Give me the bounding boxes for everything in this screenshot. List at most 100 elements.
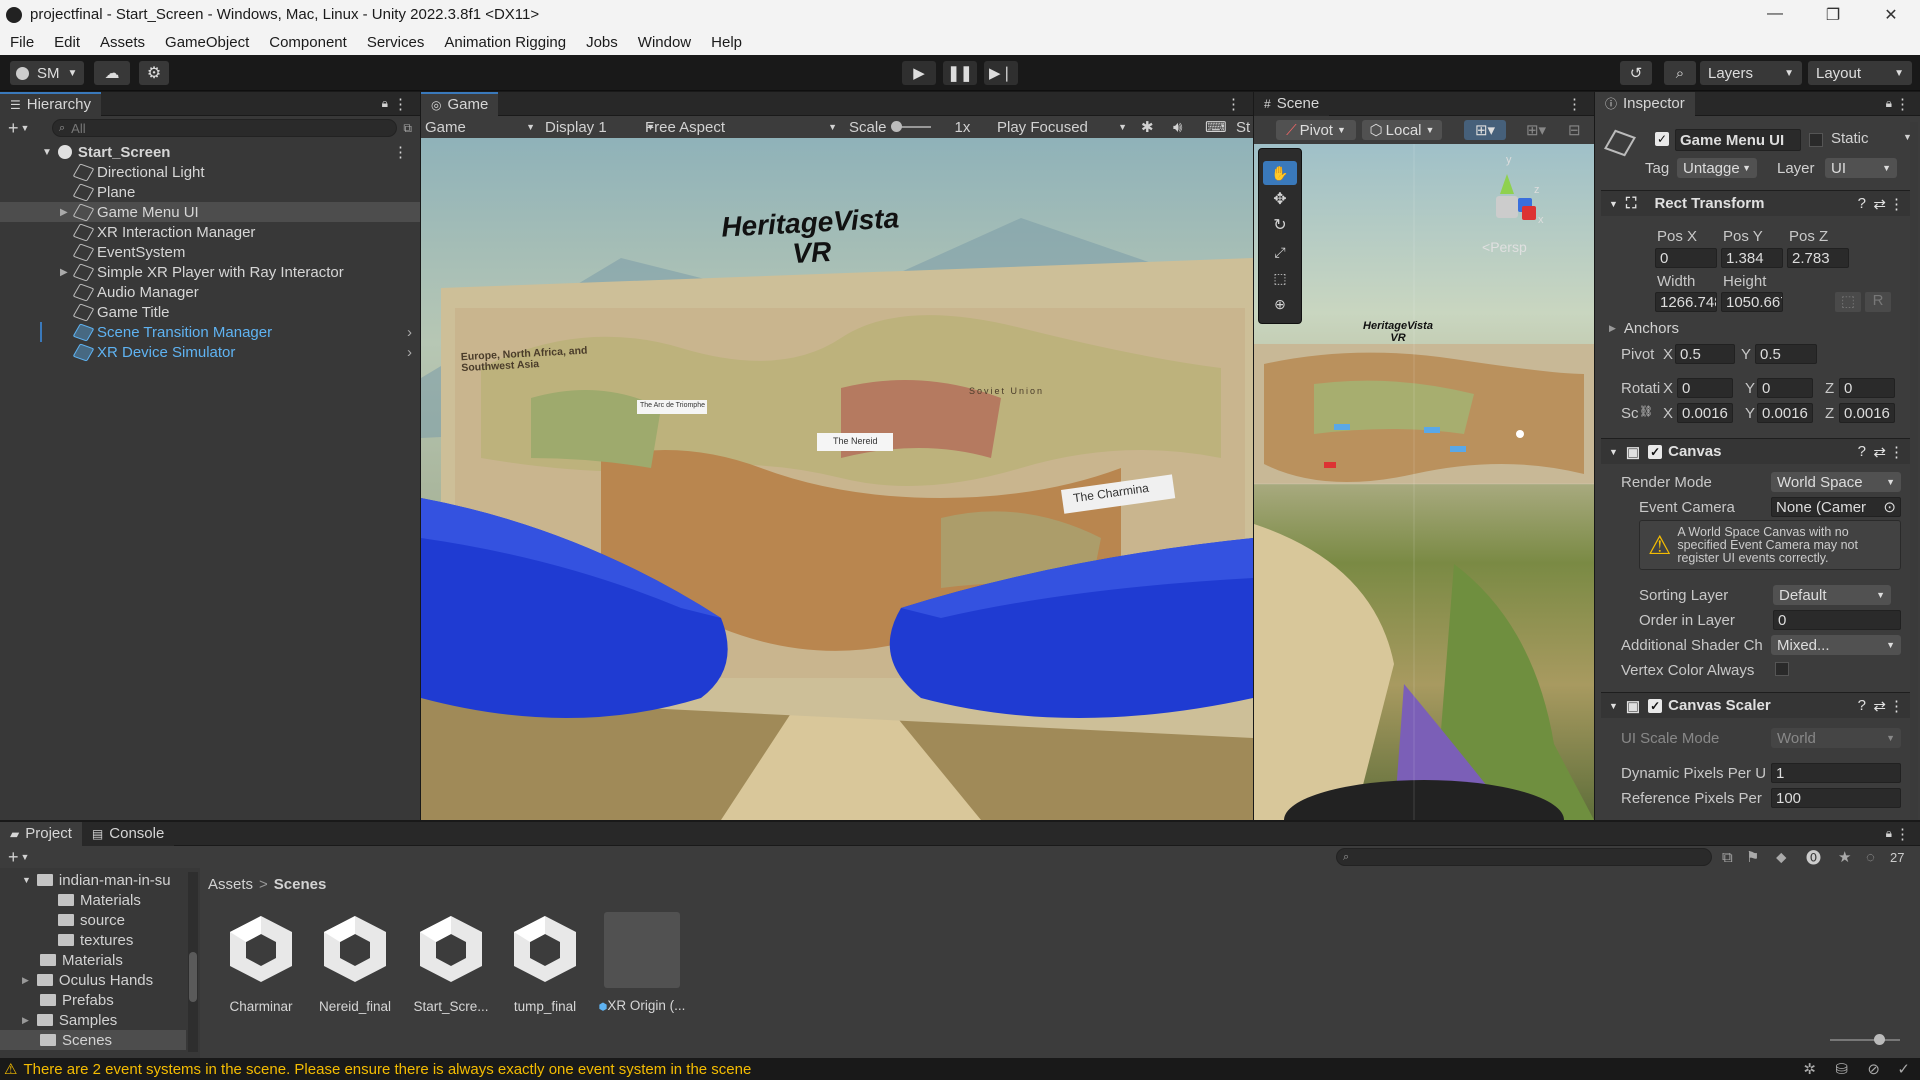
project-search[interactable]: ⌕ xyxy=(1336,848,1712,866)
more-options-icon[interactable]: ⋮ xyxy=(393,95,408,113)
vertex-color-checkbox[interactable] xyxy=(1775,662,1789,676)
tab-project[interactable]: ▰ Project xyxy=(0,821,82,846)
hierarchy-item[interactable]: ▶ Simple XR Player with Ray Interactor xyxy=(0,262,420,282)
render-mode-dropdown[interactable]: World Space ▼ xyxy=(1771,472,1901,492)
cloud-button[interactable]: ☁ xyxy=(94,61,130,85)
tree-item[interactable]: textures xyxy=(58,930,133,950)
status-message[interactable]: There are 2 event systems in the scene. … xyxy=(23,1061,751,1078)
local-dropdown[interactable]: ⬡ Local ▼ xyxy=(1362,120,1442,140)
expand-arrow-icon[interactable]: ▼ xyxy=(22,875,31,885)
search-by-type-icon[interactable]: ⧉ xyxy=(403,121,412,136)
stats-button[interactable]: St xyxy=(1236,119,1250,136)
tree-item-selected[interactable]: Scenes xyxy=(0,1030,186,1050)
search-by-label-icon[interactable]: ⚑ xyxy=(1746,848,1759,866)
grid-snap-button[interactable]: ⊞▾ xyxy=(1464,120,1506,140)
slider-thumb[interactable] xyxy=(890,121,902,132)
help-icon[interactable]: ? xyxy=(1858,697,1866,714)
close-button[interactable]: ✕ xyxy=(1862,5,1920,25)
game-viewport[interactable]: HeritageVista VR Europe, North Africa, a… xyxy=(421,138,1253,820)
scale-z-field[interactable]: 0.0016 xyxy=(1839,403,1895,423)
tab-game[interactable]: ◎ Game xyxy=(421,91,499,116)
chevron-right-icon[interactable]: › xyxy=(407,324,412,341)
rotation-y-field[interactable]: 0 xyxy=(1757,378,1813,398)
order-in-layer-field[interactable]: 0 xyxy=(1773,610,1901,630)
presets-icon[interactable]: ⇄ xyxy=(1873,443,1886,461)
scene-viewport[interactable]: ✋ ✥ ↻ ⤢ ⬚ ⊕ y z x <Persp HeritageVista V… xyxy=(1254,144,1594,820)
chevron-right-icon[interactable]: ▶ xyxy=(22,975,29,986)
expand-arrow-icon[interactable]: ▼ xyxy=(1609,199,1618,209)
cache-server-icon[interactable]: ⛁ xyxy=(1835,1060,1848,1078)
sorting-layer-dropdown[interactable]: Default ▼ xyxy=(1773,585,1891,605)
canvas-scaler-enabled-checkbox[interactable]: ✓ xyxy=(1648,698,1663,713)
link-icon[interactable]: ⛓ xyxy=(1639,405,1653,418)
chevron-down-icon[interactable]: ▼ xyxy=(21,852,30,862)
tab-inspector[interactable]: ⓘ Inspector xyxy=(1595,91,1695,116)
scale-x-field[interactable]: 0.0016 xyxy=(1677,403,1733,423)
play-button[interactable]: ▶ xyxy=(902,61,936,85)
tag-dropdown[interactable]: Untagge ▼ xyxy=(1677,158,1757,178)
auto-generate-lighting-icon[interactable]: ✲ xyxy=(1803,1060,1816,1078)
search-button[interactable]: ⌕ xyxy=(1664,61,1696,85)
slider-thumb[interactable] xyxy=(1874,1034,1885,1045)
lock-icon[interactable]: 🔒︎ xyxy=(382,96,388,111)
menu-gameobject[interactable]: GameObject xyxy=(155,34,259,51)
inspector-scrollbar[interactable] xyxy=(1910,122,1918,820)
menu-edit[interactable]: Edit xyxy=(44,34,90,51)
hierarchy-item[interactable]: Plane xyxy=(0,182,420,202)
hand-tool-icon[interactable]: ✋ xyxy=(1263,161,1297,185)
bug-icon[interactable]: ✱ xyxy=(1141,118,1154,136)
menu-services[interactable]: Services xyxy=(357,34,435,51)
more-options-icon[interactable]: ⋮ xyxy=(1895,95,1910,113)
map-marker-arc[interactable]: The Arc de Triomphe xyxy=(640,402,705,409)
blueprint-button[interactable]: ⬚ xyxy=(1835,292,1861,312)
keyboard-icon[interactable]: ⌨ xyxy=(1205,118,1227,136)
help-icon[interactable]: ? xyxy=(1858,443,1866,460)
chevron-right-icon[interactable]: › xyxy=(407,344,412,361)
menu-help[interactable]: Help xyxy=(701,34,752,51)
canvas-scaler-header[interactable]: ▼ ▣ ✓ Canvas Scaler ? ⇄ ⋮ xyxy=(1601,692,1914,718)
scale-y-field[interactable]: 0.0016 xyxy=(1757,403,1813,423)
save-search-icon[interactable]: ⬥ xyxy=(1776,849,1787,866)
width-field[interactable]: 1266.748 xyxy=(1655,292,1717,312)
tree-item[interactable]: Prefabs xyxy=(40,990,114,1010)
menu-animation-rigging[interactable]: Animation Rigging xyxy=(434,34,576,51)
pivot-y-field[interactable]: 0.5 xyxy=(1755,344,1817,364)
more-options-icon[interactable]: ⋮ xyxy=(393,143,408,161)
more-options-icon[interactable]: ⋮ xyxy=(1567,95,1582,113)
menu-file[interactable]: File xyxy=(0,34,44,51)
menu-component[interactable]: Component xyxy=(259,34,357,51)
account-button[interactable]: SM ▼ xyxy=(10,61,84,85)
menu-jobs[interactable]: Jobs xyxy=(576,34,628,51)
layout-dropdown[interactable]: Layout ▼ xyxy=(1808,61,1912,85)
hierarchy-item-selected[interactable]: ▶ Game Menu UI xyxy=(0,202,420,222)
raw-edit-button[interactable]: R xyxy=(1865,292,1891,312)
more-options-icon[interactable]: ⋮ xyxy=(1889,443,1904,461)
layers-dropdown[interactable]: Layers ▼ xyxy=(1700,61,1802,85)
chevron-down-icon[interactable]: ▼ xyxy=(21,123,30,133)
asset-item[interactable]: Charminar xyxy=(216,912,306,1014)
info-icon[interactable]: ⓿ xyxy=(1806,847,1821,868)
more-options-icon[interactable]: ⋮ xyxy=(1889,195,1904,213)
asset-item[interactable]: Nereid_final xyxy=(310,912,400,1014)
pos-z-field[interactable]: 2.783 xyxy=(1787,248,1849,268)
active-checkbox[interactable]: ✓ xyxy=(1655,132,1669,146)
tree-item[interactable]: Materials xyxy=(40,950,123,970)
more-options-icon[interactable]: ⋮ xyxy=(1895,825,1910,843)
ruler-icon[interactable]: ⊟ xyxy=(1568,121,1581,139)
icon-size-slider[interactable] xyxy=(1830,1034,1900,1045)
pause-button[interactable]: ❚❚ xyxy=(943,61,977,85)
tree-item[interactable]: source xyxy=(58,910,125,930)
canvas-enabled-checkbox[interactable]: ✓ xyxy=(1648,444,1663,459)
aspect-dropdown[interactable]: Free Aspect ▼ xyxy=(645,119,837,136)
tree-item[interactable]: ▼ indian-man-in-su xyxy=(22,870,188,890)
hierarchy-item[interactable]: EventSystem xyxy=(0,242,420,262)
reference-pixels-field[interactable]: 100 xyxy=(1771,788,1901,808)
rect-tool-icon[interactable]: ⬚ xyxy=(1259,265,1301,291)
chevron-right-icon[interactable]: ▶ xyxy=(22,1015,29,1026)
tab-scene[interactable]: # Scene xyxy=(1254,91,1330,116)
shader-channels-dropdown[interactable]: Mixed... ▼ xyxy=(1771,635,1901,655)
collab-button[interactable]: ⚙ xyxy=(139,61,169,85)
lock-icon[interactable]: 🔒︎ xyxy=(1886,826,1892,841)
object-picker-icon[interactable]: ⊙ xyxy=(1883,498,1896,516)
pivot-x-field[interactable]: 0.5 xyxy=(1675,344,1735,364)
